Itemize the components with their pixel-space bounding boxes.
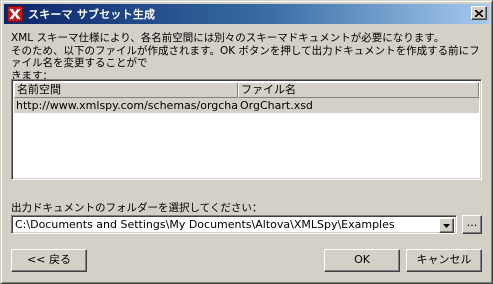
close-button[interactable] <box>471 6 487 20</box>
namespace-file-list[interactable]: 名前空間 ファイル名 http://www.xmlspy.com/schemas… <box>11 79 482 180</box>
browse-button[interactable]: ... <box>462 215 482 234</box>
table-row[interactable]: http://www.xmlspy.com/schemas/orgchart O… <box>14 98 479 113</box>
namespace-cell: http://www.xmlspy.com/schemas/orgchart <box>16 99 238 112</box>
close-icon <box>475 9 483 17</box>
window-title: スキーマ サブセット生成 <box>28 8 156 21</box>
description-text: XML スキーマ仕様により、各名前空間には別々のスキーマドキュメントが必要になり… <box>11 32 480 82</box>
output-folder-label: 出力ドキュメントのフォルダーを選択してください： <box>11 202 263 214</box>
output-folder-value: C:\Documents and Settings\My Documents\A… <box>15 218 395 231</box>
chevron-down-icon <box>443 223 450 228</box>
ok-button[interactable]: OK <box>324 249 400 272</box>
column-header-namespace[interactable]: 名前空間 <box>14 82 238 98</box>
cancel-button[interactable]: キャンセル <box>406 249 482 272</box>
dropdown-arrow-button[interactable] <box>439 218 454 233</box>
column-header-filename[interactable]: ファイル名 <box>238 82 479 98</box>
xmlspy-app-icon <box>7 6 23 22</box>
filename-cell[interactable]: OrgChart.xsd <box>238 98 479 113</box>
output-folder-combobox[interactable]: C:\Documents and Settings\My Documents\A… <box>11 215 457 234</box>
back-button[interactable]: << 戻る <box>11 249 87 272</box>
list-header: 名前空間 ファイル名 <box>14 82 479 98</box>
schema-subset-dialog: スキーマ サブセット生成 XML スキーマ仕様により、各名前空間には別々のスキー… <box>0 0 493 284</box>
title-bar: スキーマ サブセット生成 <box>4 4 489 24</box>
